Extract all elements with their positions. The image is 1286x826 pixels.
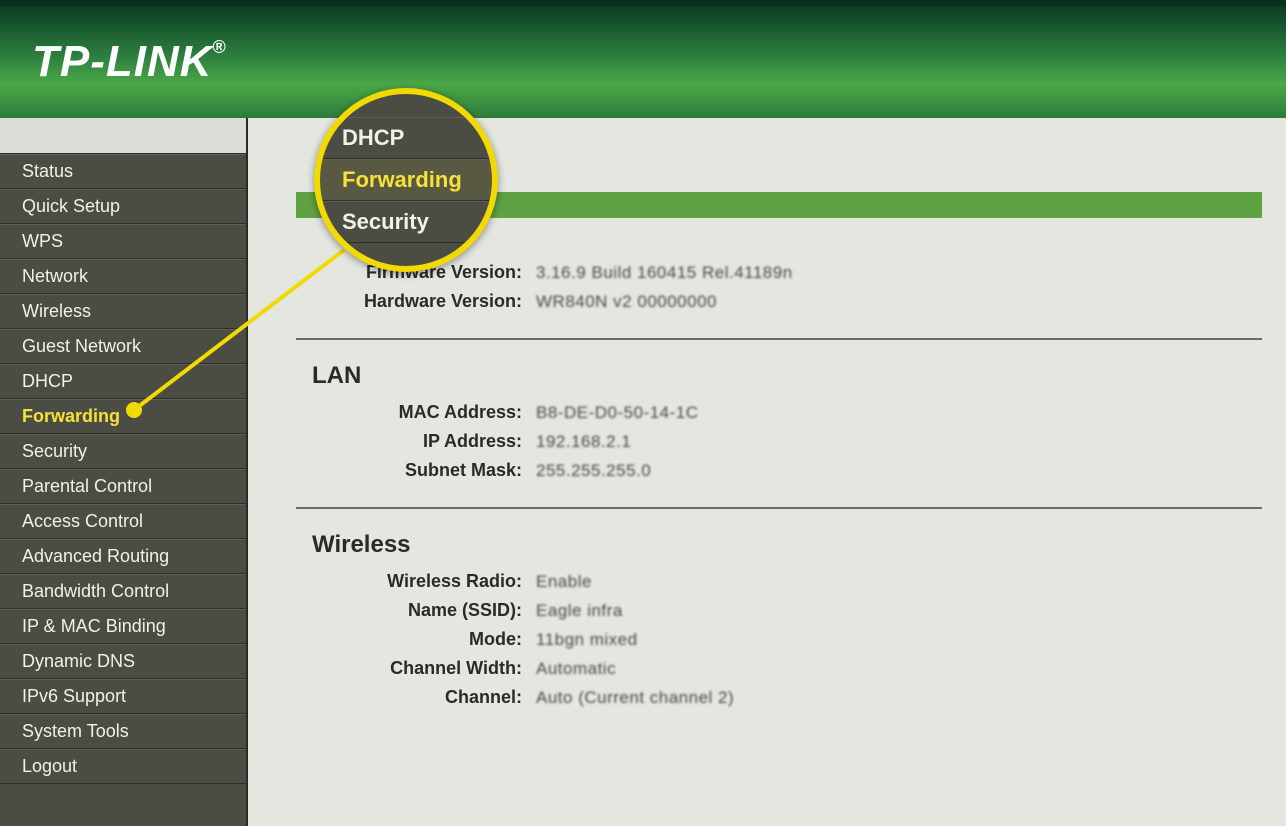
sidebar-nav: Status Quick Setup WPS Network Wireless … xyxy=(0,118,248,826)
mac-row: MAC Address: B8-DE-D0-50-14-1C xyxy=(296,402,1262,423)
header-bar: TP-LINK® xyxy=(0,0,1286,118)
ssid-value: Eagle infra xyxy=(536,601,623,621)
ip-value: 192.168.2.1 xyxy=(536,432,631,452)
sidebar-item-dynamic-dns[interactable]: Dynamic DNS xyxy=(0,644,246,679)
firmware-version-value: 3.16.9 Build 160415 Rel.41189n xyxy=(536,263,793,283)
mode-row: Mode: 11bgn mixed xyxy=(296,629,1262,650)
hardware-version-value: WR840N v2 00000000 xyxy=(536,292,717,312)
sidebar-item-quick-setup[interactable]: Quick Setup xyxy=(0,189,246,224)
brand-text: TP-LINK xyxy=(32,37,213,86)
magnifier-callout: DHCP Forwarding Security xyxy=(314,88,498,272)
sidebar-item-ip-mac-binding[interactable]: IP & MAC Binding xyxy=(0,609,246,644)
registered-icon: ® xyxy=(213,37,227,57)
sidebar-spacer xyxy=(0,118,246,154)
mac-label: MAC Address: xyxy=(296,402,536,423)
ch-value: Auto (Current channel 2) xyxy=(536,688,734,708)
wireless-title: Wireless xyxy=(312,531,1262,559)
cw-label: Channel Width: xyxy=(296,658,536,679)
sidebar-item-dhcp[interactable]: DHCP xyxy=(0,364,246,399)
ssid-row: Name (SSID): Eagle infra xyxy=(296,600,1262,621)
mask-row: Subnet Mask: 255.255.255.0 xyxy=(296,460,1262,481)
callout-item-forwarding: Forwarding xyxy=(320,159,492,201)
callout-item-dhcp: DHCP xyxy=(320,117,492,159)
sidebar-item-wps[interactable]: WPS xyxy=(0,224,246,259)
sidebar-item-wireless[interactable]: Wireless xyxy=(0,294,246,329)
sidebar-item-network[interactable]: Network xyxy=(0,259,246,294)
sidebar-item-security[interactable]: Security xyxy=(0,434,246,469)
firmware-version-row: Firmware Version: 3.16.9 Build 160415 Re… xyxy=(296,262,1262,283)
sidebar-item-status[interactable]: Status xyxy=(0,154,246,189)
sidebar-item-advanced-routing[interactable]: Advanced Routing xyxy=(0,539,246,574)
ch-row: Channel: Auto (Current channel 2) xyxy=(296,687,1262,708)
mac-value: B8-DE-D0-50-14-1C xyxy=(536,403,699,423)
sidebar-item-parental-control[interactable]: Parental Control xyxy=(0,469,246,504)
sidebar-item-system-tools[interactable]: System Tools xyxy=(0,714,246,749)
sidebar-item-logout[interactable]: Logout xyxy=(0,749,246,784)
sidebar-item-bandwidth-control[interactable]: Bandwidth Control xyxy=(0,574,246,609)
sidebar-item-access-control[interactable]: Access Control xyxy=(0,504,246,539)
hardware-version-label: Hardware Version: xyxy=(296,291,536,312)
brand-logo: TP-LINK® xyxy=(32,37,227,87)
ip-row: IP Address: 192.168.2.1 xyxy=(296,431,1262,452)
mode-value: 11bgn mixed xyxy=(536,630,638,650)
callout-item-security: Security xyxy=(320,201,492,243)
mask-value: 255.255.255.0 xyxy=(536,461,651,481)
sidebar-item-forwarding[interactable]: Forwarding xyxy=(0,399,246,434)
radio-label: Wireless Radio: xyxy=(296,571,536,592)
mask-label: Subnet Mask: xyxy=(296,460,536,481)
ssid-label: Name (SSID): xyxy=(296,600,536,621)
wireless-section: Wireless Wireless Radio: Enable Name (SS… xyxy=(296,507,1262,708)
hardware-version-row: Hardware Version: WR840N v2 00000000 xyxy=(296,291,1262,312)
mode-label: Mode: xyxy=(296,629,536,650)
sidebar-item-ipv6-support[interactable]: IPv6 Support xyxy=(0,679,246,714)
ip-label: IP Address: xyxy=(296,431,536,452)
radio-value: Enable xyxy=(536,572,592,592)
sidebar-item-guest-network[interactable]: Guest Network xyxy=(0,329,246,364)
lan-title: LAN xyxy=(312,362,1262,390)
cw-row: Channel Width: Automatic xyxy=(296,658,1262,679)
callout-dot xyxy=(126,402,142,418)
ch-label: Channel: xyxy=(296,687,536,708)
cw-value: Automatic xyxy=(536,659,616,679)
lan-section: LAN MAC Address: B8-DE-D0-50-14-1C IP Ad… xyxy=(296,338,1262,481)
radio-row: Wireless Radio: Enable xyxy=(296,571,1262,592)
